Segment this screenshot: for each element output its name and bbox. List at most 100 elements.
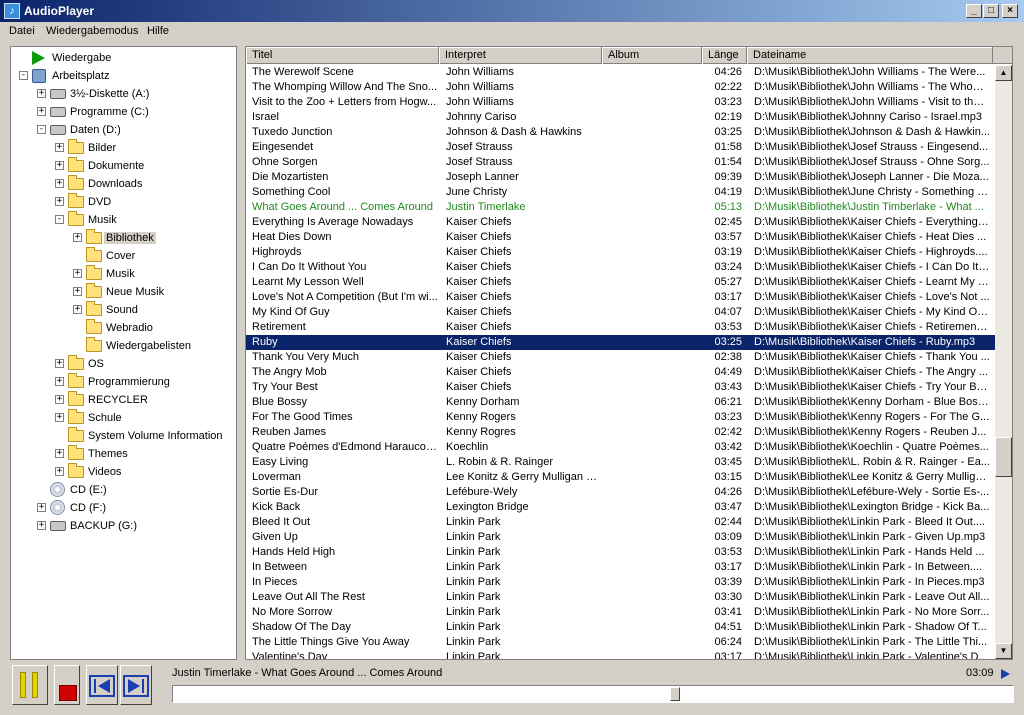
table-row[interactable]: In Between Linkin Park 03:17 D:\Musik\Bibli… — [246, 560, 995, 575]
tree-item[interactable]: + Musik — [11, 265, 236, 283]
tree-item[interactable]: + RECYCLER — [11, 391, 236, 409]
expand-icon[interactable]: + — [55, 467, 64, 476]
table-row[interactable]: Visit to the Zoo + Letters from Hogw... J… — [246, 95, 995, 110]
tree-item[interactable]: + OS — [11, 355, 236, 373]
tree-item[interactable]: + Themes — [11, 445, 236, 463]
table-row[interactable]: Easy Living L. Robin & R. Rainger 03:45 D:\… — [246, 455, 995, 470]
vertical-scrollbar[interactable]: ▲ ▼ — [995, 65, 1012, 659]
table-row[interactable]: The Angry Mob Kaiser Chiefs 04:49 D:\Musik\… — [246, 365, 995, 380]
expand-icon[interactable]: + — [73, 269, 82, 278]
table-row[interactable]: Given Up Linkin Park 03:09 D:\Musik\Bibliot… — [246, 530, 995, 545]
tree-item[interactable]: + Schule — [11, 409, 236, 427]
expand-icon[interactable]: + — [73, 287, 82, 296]
title-bar[interactable]: ♪ AudioPlayer _ □ × — [0, 0, 1024, 22]
minimize-button[interactable]: _ — [966, 4, 982, 18]
seek-bar[interactable] — [172, 685, 1014, 703]
tree-item[interactable]: - Daten (D:) — [11, 121, 236, 139]
expand-icon[interactable]: + — [55, 413, 64, 422]
table-row[interactable]: Valentine's Day Linkin Park 03:17 D:\Musik\… — [246, 650, 995, 659]
collapse-icon[interactable]: - — [19, 71, 28, 80]
tree-item[interactable]: + DVD — [11, 193, 236, 211]
expand-icon[interactable]: + — [55, 143, 64, 152]
seek-bar-knob[interactable] — [670, 687, 680, 701]
tree-item[interactable]: + Neue Musik — [11, 283, 236, 301]
table-row[interactable]: Something Cool June Christy 04:19 D:\Musik\… — [246, 185, 995, 200]
scroll-down-button[interactable]: ▼ — [995, 643, 1012, 659]
column-header-album[interactable]: Album — [602, 47, 702, 64]
column-header-length[interactable]: Länge — [702, 47, 747, 64]
expand-icon[interactable]: + — [37, 521, 46, 530]
table-row[interactable]: Leave Out All The Rest Linkin Park 03:30 D:… — [246, 590, 995, 605]
table-row[interactable]: Eingesendet Josef Strauss 01:58 D:\Musik\Bi… — [246, 140, 995, 155]
table-row[interactable]: Loverman Lee Konitz & Gerry Mulligan Q...… — [246, 470, 995, 485]
expand-icon[interactable]: + — [37, 503, 46, 512]
expand-icon[interactable]: + — [55, 197, 64, 206]
table-row[interactable]: In Pieces Linkin Park 03:39 D:\Musik\Biblio… — [246, 575, 995, 590]
table-row[interactable]: Learnt My Lesson Well Kaiser Chiefs 05:27 D… — [246, 275, 995, 290]
pause-button[interactable] — [12, 665, 48, 705]
tree-item[interactable]: + BACKUP (G:) — [11, 517, 236, 535]
tree-item[interactable]: + Downloads — [11, 175, 236, 193]
table-row[interactable]: What Goes Around ... Comes Around Justin … — [246, 200, 995, 215]
table-row[interactable]: Heat Dies Down Kaiser Chiefs 03:57 D:\Musik… — [246, 230, 995, 245]
tree-item[interactable]: - Arbeitsplatz — [11, 67, 236, 85]
collapse-icon[interactable]: - — [37, 125, 46, 134]
expand-icon[interactable]: + — [55, 179, 64, 188]
table-row[interactable]: Hands Held High Linkin Park 03:53 D:\Musik\… — [246, 545, 995, 560]
table-row[interactable]: My Kind Of Guy Kaiser Chiefs 04:07 D:\Musik… — [246, 305, 995, 320]
tree-item[interactable]: Webradio — [11, 319, 236, 337]
table-row[interactable]: Reuben James Kenny Rogres 02:42 D:\Musik\Bi… — [246, 425, 995, 440]
tree-item[interactable]: + Programmierung — [11, 373, 236, 391]
expand-icon[interactable]: + — [55, 359, 64, 368]
column-header-title[interactable]: Titel — [246, 47, 439, 64]
scroll-up-button[interactable]: ▲ — [995, 65, 1012, 81]
tree-item[interactable]: + Videos — [11, 463, 236, 481]
tree-item[interactable]: Cover — [11, 247, 236, 265]
table-row[interactable]: No More Sorrow Linkin Park 03:41 D:\Musik\B… — [246, 605, 995, 620]
tree-item[interactable]: Wiedergabe — [11, 49, 236, 67]
table-row[interactable]: Tuxedo Junction Johnson & Dash & Hawkins 0… — [246, 125, 995, 140]
tree-item[interactable]: + Bibliothek — [11, 229, 236, 247]
menu-datei[interactable]: Datei — [9, 25, 35, 37]
table-row[interactable]: Ruby Kaiser Chiefs 03:25 D:\Musik\Bibliothe… — [246, 335, 995, 350]
expand-icon[interactable]: + — [73, 233, 82, 242]
expand-icon[interactable]: + — [73, 305, 82, 314]
track-list[interactable]: Titel Interpret Album Länge Dateiname Th… — [245, 46, 1013, 660]
tree-item[interactable]: + Bilder — [11, 139, 236, 157]
previous-track-button[interactable] — [86, 665, 118, 705]
table-row[interactable]: Kick Back Lexington Bridge 03:47 D:\Musik\B… — [246, 500, 995, 515]
table-row[interactable]: Sortie Es-Dur Lefébure-Wely 04:26 D:\Musik\… — [246, 485, 995, 500]
next-track-button[interactable] — [120, 665, 152, 705]
scroll-thumb[interactable] — [995, 437, 1012, 477]
tree-item[interactable]: + Dokumente — [11, 157, 236, 175]
tree-item[interactable]: CD (E:) — [11, 481, 236, 499]
table-row[interactable]: Thank You Very Much Kaiser Chiefs 02:38 D:\… — [246, 350, 995, 365]
table-row[interactable]: The Werewolf Scene John Williams 04:26 D:\M… — [246, 65, 995, 80]
folder-tree[interactable]: Wiedergabe - Arbeitsplatz +3½-Diskette (A:)… — [10, 46, 237, 660]
menu-hilfe[interactable]: Hilfe — [147, 25, 169, 37]
table-row[interactable]: Bleed It Out Linkin Park 02:44 D:\Musik\Bib… — [246, 515, 995, 530]
expand-icon[interactable]: + — [37, 89, 46, 98]
table-row[interactable]: Die Mozartisten Joseph Lanner 09:39 D:\Musi… — [246, 170, 995, 185]
expand-icon[interactable]: + — [55, 377, 64, 386]
tree-item[interactable]: Wiedergabelisten — [11, 337, 236, 355]
table-row[interactable]: The Whomping Willow And The Sno... John W… — [246, 80, 995, 95]
stop-button[interactable] — [54, 665, 80, 705]
tree-item[interactable]: System Volume Information — [11, 427, 236, 445]
expand-icon[interactable]: + — [37, 107, 46, 116]
table-row[interactable]: Blue Bossy Kenny Dorham 06:21 D:\Musik\Bibl… — [246, 395, 995, 410]
table-row[interactable]: Highroyds Kaiser Chiefs 03:19 D:\Musik\Bibl… — [246, 245, 995, 260]
close-button[interactable]: × — [1002, 4, 1018, 18]
column-header-filename[interactable]: Dateiname — [747, 47, 993, 64]
table-row[interactable]: Israel Johnny Cariso 02:19 D:\Musik\Bibliot… — [246, 110, 995, 125]
collapse-icon[interactable]: - — [55, 215, 64, 224]
tree-item[interactable]: - Musik — [11, 211, 236, 229]
expand-icon[interactable]: + — [55, 449, 64, 458]
table-row[interactable]: Ohne Sorgen Josef Strauss 01:54 D:\Musik\Bi… — [246, 155, 995, 170]
table-row[interactable]: Everything Is Average Nowadays Kaiser Chi… — [246, 215, 995, 230]
table-row[interactable]: Shadow Of The Day Linkin Park 04:51 D:\Musi… — [246, 620, 995, 635]
tree-item[interactable]: + Sound — [11, 301, 236, 319]
table-row[interactable]: Try Your Best Kaiser Chiefs 03:43 D:\Musik\… — [246, 380, 995, 395]
menu-wiedergabemodus[interactable]: Wiedergabemodus — [46, 25, 138, 37]
table-row[interactable]: Quatre Poémes d'Edmond Haraucou... Koechl… — [246, 440, 995, 455]
